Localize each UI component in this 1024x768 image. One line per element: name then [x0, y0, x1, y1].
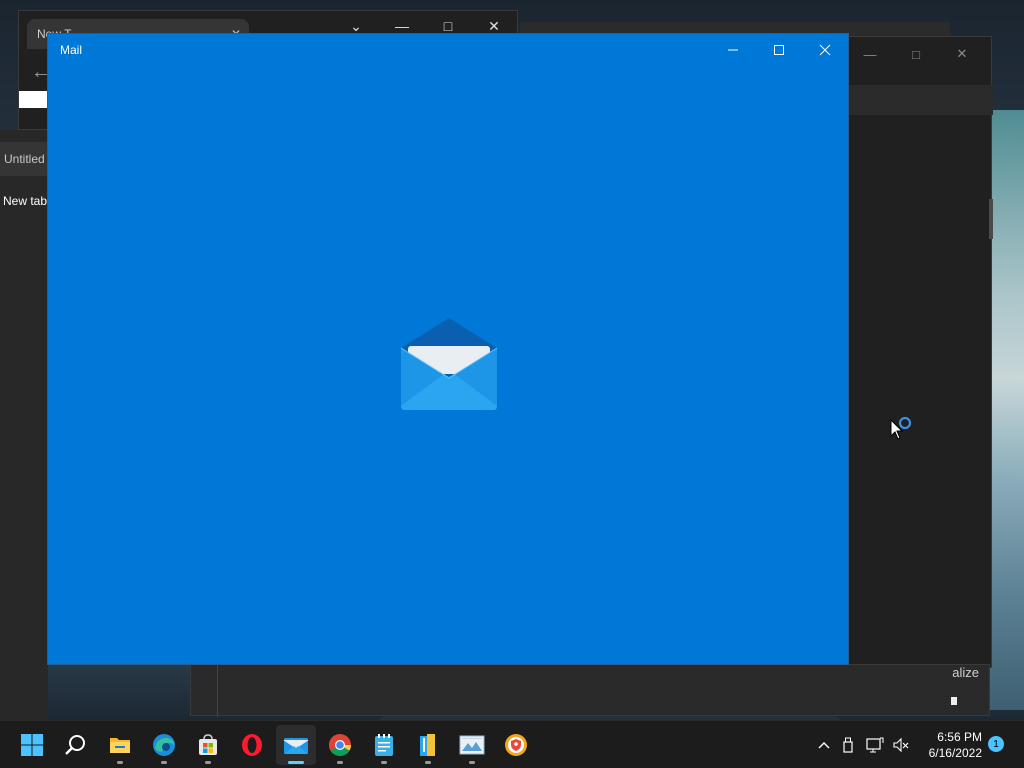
- close-button[interactable]: [802, 34, 848, 66]
- running-indicator: [381, 761, 387, 764]
- clock-time: 6:56 PM: [937, 730, 982, 744]
- taskbar-app-store[interactable]: [188, 725, 228, 765]
- background-window-text: alize: [952, 665, 979, 680]
- background-window-scrollbar[interactable]: [989, 199, 993, 239]
- tab-list-item[interactable]: Untitled: [0, 142, 48, 176]
- taskbar: 6:56 PM 6/16/2022: [0, 720, 1024, 768]
- store-icon: [199, 734, 217, 755]
- tab-list-item[interactable]: New tab: [0, 192, 48, 210]
- mail-window-controls: [710, 34, 848, 66]
- active-indicator: [288, 761, 304, 764]
- maximize-icon[interactable]: □: [893, 41, 939, 67]
- maximize-icon: [774, 45, 784, 55]
- clock-date: 6/16/2022: [928, 746, 982, 760]
- tab-list-item-label: New tab: [3, 194, 48, 208]
- volume-muted-icon: [893, 737, 909, 753]
- taskbar-app-opera[interactable]: [232, 725, 272, 765]
- taskbar-app-archive[interactable]: [408, 725, 448, 765]
- notification-count: 1: [993, 738, 999, 750]
- tab-list-item-label: Untitled: [4, 152, 45, 166]
- address-bar[interactable]: [19, 91, 49, 108]
- close-icon[interactable]: ✕: [939, 41, 985, 67]
- divider: [217, 665, 218, 717]
- background-window-toolbar: [849, 85, 993, 115]
- taskbar-app-image-viewer[interactable]: [452, 725, 492, 765]
- windows-logo-icon: [21, 734, 43, 756]
- chevron-up-icon: [818, 742, 830, 749]
- edge-icon: [153, 734, 175, 756]
- maximize-button[interactable]: [756, 34, 802, 66]
- running-indicator: [469, 761, 475, 764]
- show-hidden-icons-button[interactable]: [814, 721, 834, 768]
- notification-badge[interactable]: 1: [988, 736, 1004, 752]
- close-icon: [819, 44, 831, 56]
- notepad-icon: [375, 734, 393, 756]
- image-viewer-icon: [459, 735, 485, 755]
- taskbar-app-chrome[interactable]: [320, 725, 360, 765]
- taskbar-app-edge[interactable]: [144, 725, 184, 765]
- minimize-icon: [728, 49, 738, 51]
- tray-volume[interactable]: [890, 721, 912, 768]
- mail-window[interactable]: Mail: [47, 33, 849, 665]
- tray-usb[interactable]: [838, 721, 858, 768]
- start-button[interactable]: [12, 725, 52, 765]
- taskbar-clock[interactable]: 6:56 PM 6/16/2022: [918, 729, 982, 761]
- window-title: Mail: [60, 43, 83, 57]
- opera-icon: [242, 734, 262, 756]
- search-button[interactable]: [56, 725, 96, 765]
- background-window-chip: [951, 697, 957, 705]
- minimize-icon[interactable]: —: [847, 41, 893, 67]
- mail-logo-icon: [400, 318, 498, 410]
- network-display-icon: [866, 737, 884, 753]
- taskbar-app-file-explorer[interactable]: [100, 725, 140, 765]
- background-window-right[interactable]: — □ ✕: [847, 36, 993, 668]
- running-indicator: [117, 761, 123, 764]
- taskbar-app-mail[interactable]: [276, 725, 316, 765]
- taskbar-app-notepad[interactable]: [364, 725, 404, 765]
- background-tab-list: Untitled New tab: [0, 130, 48, 720]
- mail-titlebar[interactable]: Mail: [48, 34, 848, 66]
- taskbar-app-vpn[interactable]: [496, 725, 536, 765]
- search-icon: [65, 735, 85, 755]
- usb-icon: [843, 737, 853, 753]
- running-indicator: [161, 761, 167, 764]
- mail-icon: [283, 738, 309, 754]
- busy-cursor-icon: [890, 416, 912, 440]
- minimize-button[interactable]: [710, 34, 756, 66]
- running-indicator: [425, 761, 431, 764]
- running-indicator: [337, 761, 343, 764]
- chrome-icon: [329, 734, 351, 756]
- folder-icon: [110, 738, 130, 753]
- shield-vpn-icon: [505, 734, 527, 756]
- background-window-bottom: alize: [190, 664, 990, 717]
- archive-icon: [420, 734, 435, 756]
- background-window-controls: — □ ✕: [847, 41, 985, 67]
- tray-network[interactable]: [864, 721, 886, 768]
- running-indicator: [205, 761, 211, 764]
